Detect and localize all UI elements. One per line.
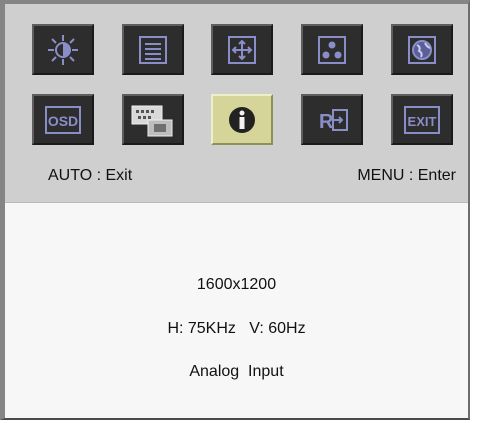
language-button[interactable] [391, 24, 453, 75]
information-icon [229, 106, 255, 133]
position-button[interactable] [211, 24, 273, 75]
osd-settings-icon: OSD [45, 105, 81, 134]
input-type-text: Analog Input [189, 363, 284, 380]
osd-icon-text: OSD [48, 113, 78, 129]
exit-icon-text: EXIT [408, 114, 437, 129]
color-button[interactable] [301, 24, 363, 75]
input-select-button[interactable] [122, 94, 184, 145]
menu-enter-hint: MENU : Enter [357, 167, 456, 184]
reset-icon-text: R [319, 111, 334, 133]
auto-exit-hint: AUTO : Exit [48, 167, 133, 184]
information-button[interactable] [211, 94, 273, 145]
frequency-text: H: 75KHz V: 60Hz [167, 320, 306, 337]
brightness-contrast-button[interactable] [32, 24, 94, 75]
resolution-text: 1600x1200 [196, 276, 277, 293]
osd-icon-panel: OSD R EXIT AUTO: Exit MENU: Enter [5, 4, 468, 203]
input-signal-icon [131, 105, 173, 136]
position-move-icon [228, 35, 256, 64]
color-dots-icon [318, 35, 346, 64]
reset-recall-icon: R [319, 108, 348, 133]
osd-menu-window: OSD R EXIT AUTO: Exit MENU: Enter 1600… [0, 0, 470, 420]
exit-button[interactable]: EXIT [391, 94, 453, 145]
list-menu-icon [139, 35, 167, 64]
globe-language-icon [408, 35, 436, 64]
reset-button[interactable]: R [301, 94, 363, 145]
osd-settings-button[interactable]: OSD [32, 94, 94, 145]
picture-menu-button[interactable] [122, 24, 184, 75]
exit-icon: EXIT [404, 105, 440, 134]
brightness-contrast-icon [48, 34, 78, 65]
